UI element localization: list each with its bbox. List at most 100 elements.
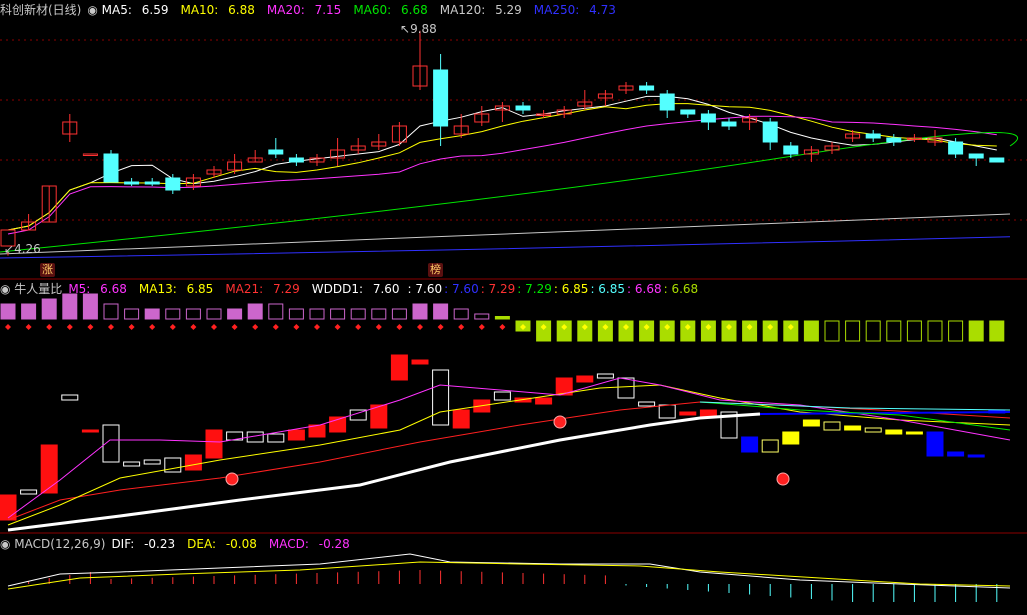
signal-diamond [375,324,382,330]
volume-ratio-bar [41,298,57,320]
ma250-line [0,236,1011,259]
lower-ratio-bar [81,429,99,433]
wddd-v2: : 7.60 [444,282,479,296]
macd-settings-icon[interactable]: ◉ [0,537,14,551]
volume-ratio-bar [968,320,984,342]
volume-ratio-bar [350,308,366,320]
candle-body [783,145,799,155]
volume-ratio-bar [62,293,78,320]
signal-diamond [169,324,176,330]
signal-ball [553,415,567,429]
volume-ratio-bar [165,308,181,320]
volume-ratio-title: 牛人量比 [14,282,63,296]
volume-ratio-chart[interactable] [0,279,1027,534]
macd-header: ◉ MACD(12,26,9) DIF: -0.23 DEA: -0.08 MACD:… [0,536,362,552]
limit-up-badge[interactable]: 涨 [40,263,55,277]
signal-diamond [128,324,135,330]
lower-ratio-bar [699,409,717,417]
signal-diamond [87,324,94,330]
lower-ratio-bar [638,401,656,407]
wddd1-line-blue [759,411,1011,415]
dif-label: DIF: -0.23 [111,537,176,551]
lower-ratio-bar [40,444,58,494]
ma21-line [7,401,1011,521]
wddd-v1: : 7.60 [407,282,443,296]
candle-body [680,109,696,115]
signal-ball [225,472,239,486]
price-panel[interactable]: 科创新材(日线) ◉ MA5: 6.59 MA10: 6.88 MA20: 7.15 M… [0,0,1027,280]
lower-ratio-bar [761,439,779,453]
candle-body [639,85,655,91]
signal-diamond [25,324,32,330]
volume-ratio-bar [82,293,98,320]
ma-settings-icon[interactable]: ◉ [87,3,101,17]
volume-ratio-bar [206,308,222,320]
signal-ball [776,472,790,486]
candle-body [288,157,304,163]
candle-body [865,133,881,139]
lower-ratio-bar [967,454,985,458]
volume-ratio-bar [227,308,243,320]
signal-diamond [272,324,279,330]
candle-body [948,141,964,155]
ma21-label: MA21: 7.29 [225,282,300,296]
volume-ratio-bar [865,320,881,342]
candle-body [82,153,98,156]
lower-ratio-bar [576,375,594,383]
candle-body [144,181,160,185]
candle-body [124,181,140,185]
candle-body [762,121,778,143]
ma13-line [7,384,1011,526]
macd-title: MACD(12,26,9) [14,537,106,551]
volume-ratio-bar [927,320,943,342]
volume-ratio-bar [185,308,201,320]
wddd-v5: : 6.85 [553,282,589,296]
lower-ratio-bar [452,409,470,429]
lower-ratio-bar [184,454,202,471]
volume-ratio-bar [21,303,37,320]
volume-ratio-bar [268,303,284,320]
signal-diamond [314,324,320,330]
signal-diamond [66,324,73,330]
signal-diamond [478,324,485,330]
volume-ratio-bar [288,308,304,320]
candle-body [165,177,181,191]
high-price-label: ↖9.88 [400,22,437,36]
candle-body [886,137,902,143]
ma250-label: MA250: 4.73 [533,3,616,17]
candle-body [659,93,675,111]
volume-ratio-panel[interactable]: ◉ 牛人量比 M5: 6.68 MA13: 6.85 MA21: 7.29 WDDD1:… [0,279,1027,534]
ma120-label: MA120: 5.29 [439,3,522,17]
ma5-label: MA5: 6.59 [101,3,169,17]
lower-ratio-bar [905,431,923,435]
indicator-settings-icon[interactable]: ◉ [0,282,14,296]
lower-ratio-bar [802,419,820,427]
volume-ratio-bar [309,308,325,320]
wddd-v7: : 6.68 [627,282,662,296]
volume-ratio-bar [803,320,819,342]
wddd-v3: : 7.29 [480,282,516,296]
volume-ratio-bar [453,308,469,320]
wddd-v8: : 6.68 [663,282,699,296]
lower-ratio-bar [205,429,223,459]
dragon-list-badge[interactable]: 榜 [428,263,443,277]
lower-ratio-bar [741,436,759,453]
candle-body [515,105,531,111]
lower-ratio-bar [267,433,285,443]
macd-panel[interactable]: ◉ MACD(12,26,9) DIF: -0.23 DEA: -0.08 MACD:… [0,534,1027,615]
dea-label: DEA: -0.08 [187,537,257,551]
ma13-label: MA13: 6.85 [138,282,214,296]
lower-ratio-bar [390,354,408,381]
lower-ratio-bar [287,429,305,441]
lower-ratio-bar [0,494,17,521]
wddd1-line [7,412,761,532]
candlestick-chart[interactable] [0,0,1027,280]
volume-ratio-bar [412,303,428,320]
volume-ratio-bar [494,316,510,320]
lower-ratio-bar [782,431,800,445]
lower-ratio-bar [658,404,676,419]
m5-line [7,377,1011,519]
signal-diamond [211,324,217,330]
signal-diamond [231,324,238,330]
wddd-v6: : 6.85 [590,282,626,296]
